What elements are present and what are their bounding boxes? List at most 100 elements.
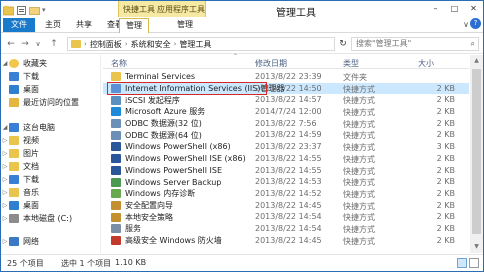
table-row[interactable]: Windows Server Backup 2013/8/22 14:53 快捷方式… bbox=[103, 176, 469, 188]
close-button[interactable]: ✕ bbox=[464, 1, 483, 15]
tab-manage-application[interactable]: 管理 bbox=[171, 18, 199, 32]
search-input[interactable]: 搜索"管理工具" ⌕ bbox=[351, 37, 479, 51]
file-date: 2013/8/22 14:57 bbox=[255, 95, 322, 105]
sidebar-item-this-pc[interactable]: ◢ 这台电脑 bbox=[1, 121, 101, 134]
expand-arrow-icon[interactable]: ▷ bbox=[1, 137, 9, 144]
sidebar-item-local-disk[interactable]: ▷ 本地磁盘 (C:) bbox=[1, 212, 101, 225]
tab-home[interactable]: 主页 bbox=[39, 18, 67, 32]
sidebar-item-favorites[interactable]: ◢ 收藏夹 bbox=[1, 57, 101, 70]
tab-share[interactable]: 共享 bbox=[70, 18, 98, 32]
sidebar-item-network[interactable]: ▷ 网络 bbox=[1, 235, 101, 248]
help-icon[interactable]: ? bbox=[470, 18, 481, 29]
expand-arrow-icon[interactable]: ▷ bbox=[1, 163, 9, 170]
search-icon[interactable]: ⌕ bbox=[471, 38, 475, 50]
file-name: 高级安全 Windows 防火墙 bbox=[125, 235, 222, 245]
expand-arrow-icon[interactable]: ▷ bbox=[1, 150, 9, 157]
sidebar-item-label: 下载 bbox=[23, 175, 39, 184]
expand-arrow-icon[interactable]: ▷ bbox=[1, 238, 9, 245]
breadcrumb-system-security[interactable]: 系统和安全 bbox=[131, 39, 171, 50]
file-name: iSCSI 发起程序 bbox=[125, 95, 180, 105]
sidebar-item-desktop[interactable]: 桌面 bbox=[1, 83, 101, 96]
table-row[interactable]: Internet Information Services (IIS)管理器 20… bbox=[103, 82, 469, 95]
column-header-size[interactable]: 大小 bbox=[418, 58, 434, 69]
explorer-app-icon bbox=[3, 5, 14, 15]
file-type: 快捷方式 bbox=[343, 166, 375, 176]
table-row[interactable]: Windows 内存诊断 2013/8/22 14:52 快捷方式 2 KB bbox=[103, 188, 469, 200]
forward-button[interactable]: → bbox=[19, 38, 31, 50]
file-size: 2 KB bbox=[436, 200, 455, 210]
file-size: 2 KB bbox=[436, 188, 455, 198]
desktop-icon bbox=[9, 85, 19, 94]
file-name-cell: 高级安全 Windows 防火墙 bbox=[111, 235, 222, 247]
table-row[interactable]: iSCSI 发起程序 2013/8/22 14:57 快捷方式 2 KB bbox=[103, 94, 469, 106]
properties-icon[interactable] bbox=[16, 5, 27, 16]
table-row[interactable]: ODBC 数据源(64 位) 2013/8/22 14:59 快捷方式 2 KB bbox=[103, 129, 469, 141]
file-size: 2 KB bbox=[436, 153, 455, 163]
minimize-button[interactable]: – bbox=[426, 1, 445, 15]
up-button[interactable]: ↑ bbox=[48, 38, 60, 50]
details-view-icon[interactable] bbox=[457, 258, 467, 268]
file-name-cell: ODBC 数据源(64 位) bbox=[111, 129, 202, 141]
shortcut-tools-label: 快捷工具 bbox=[123, 5, 155, 14]
file-type: 快捷方式 bbox=[343, 131, 375, 141]
sidebar-item-label: 本地磁盘 (C:) bbox=[23, 214, 73, 223]
sidebar-item-desktop-pc[interactable]: ▷ 桌面 bbox=[1, 199, 101, 212]
computer-icon bbox=[9, 123, 19, 132]
table-row[interactable]: Microsoft Azure 服务 2014/7/24 12:00 快捷方式 2 K… bbox=[103, 106, 469, 118]
sidebar-item-label: 文档 bbox=[23, 162, 39, 171]
sidebar-item-documents[interactable]: ▷ 文档 bbox=[1, 160, 101, 173]
column-header-name[interactable]: 名称 bbox=[111, 58, 127, 69]
maximize-button[interactable]: □ bbox=[445, 1, 464, 15]
table-row[interactable]: ODBC 数据源(32 位) 2013/8/22 7:56 快捷方式 2 KB bbox=[103, 118, 469, 130]
expand-arrow-icon[interactable]: ▷ bbox=[1, 176, 9, 183]
back-button[interactable]: ← bbox=[5, 38, 17, 50]
expand-arrow-icon[interactable]: ▷ bbox=[1, 202, 9, 209]
file-date: 2014/7/24 12:00 bbox=[255, 107, 322, 117]
sidebar-item-label: 音乐 bbox=[23, 188, 39, 197]
scroll-down-icon[interactable]: ▼ bbox=[470, 241, 483, 253]
collapse-arrow-icon[interactable]: ◢ bbox=[1, 60, 9, 67]
tab-file[interactable]: 文件 bbox=[3, 18, 35, 32]
file-date: 2013/8/22 23:39 bbox=[255, 72, 322, 81]
table-row[interactable]: 高级安全 Windows 防火墙 2013/8/22 14:45 快捷方式 2 KB bbox=[103, 235, 469, 247]
file-size: 2 KB bbox=[436, 118, 455, 128]
column-headers: ⌃ 名称 修改日期 类型 大小 bbox=[103, 53, 469, 69]
collapse-arrow-icon[interactable]: ◢ bbox=[1, 124, 9, 131]
breadcrumb-admin-tools[interactable]: 管理工具 bbox=[179, 39, 211, 50]
table-row[interactable]: Windows PowerShell ISE (x86) 2013/8/22 14… bbox=[103, 153, 469, 165]
drive-icon bbox=[9, 214, 19, 223]
table-row[interactable]: 服务 2013/8/22 14:54 快捷方式 2 KB bbox=[103, 223, 469, 235]
address-bar[interactable]: › 控制面板 › 系统和安全 › 管理工具 ∨ bbox=[67, 37, 393, 51]
expand-ribbon-icon[interactable]: ∨ bbox=[463, 20, 469, 29]
column-header-date[interactable]: 修改日期 bbox=[255, 58, 287, 69]
sidebar-item-downloads[interactable]: 下载 bbox=[1, 70, 101, 83]
sidebar-item-videos[interactable]: ▷ 视频 bbox=[1, 134, 101, 147]
refresh-button[interactable]: ↻ bbox=[337, 37, 349, 51]
large-icons-view-icon[interactable] bbox=[469, 258, 479, 268]
sidebar-item-music[interactable]: ▷ 音乐 bbox=[1, 186, 101, 199]
expand-arrow-icon[interactable]: ▷ bbox=[1, 215, 9, 222]
column-header-type[interactable]: 类型 bbox=[343, 58, 359, 69]
table-row[interactable]: 安全配置向导 2013/8/22 14:45 快捷方式 2 KB bbox=[103, 200, 469, 212]
scrollbar-thumb[interactable] bbox=[472, 69, 481, 234]
new-folder-icon[interactable] bbox=[29, 5, 40, 16]
table-row[interactable]: Windows PowerShell (x86) 2013/8/22 23:37 快… bbox=[103, 141, 469, 153]
tab-manage-shortcut[interactable]: 管理 bbox=[119, 18, 149, 33]
qat-dropdown-icon[interactable]: ▾ bbox=[42, 6, 46, 14]
scroll-up-icon[interactable]: ▲ bbox=[470, 55, 483, 67]
file-name-cell: Windows PowerShell (x86) bbox=[111, 141, 231, 153]
table-row[interactable]: Windows PowerShell ISE 2013/8/22 14:55 快捷方… bbox=[103, 165, 469, 177]
file-date: 2013/8/22 14:45 bbox=[255, 200, 322, 210]
recent-locations-button[interactable]: ∨ bbox=[32, 38, 44, 50]
file-name-cell: 本地安全策略 bbox=[111, 211, 173, 223]
file-name-cell: ODBC 数据源(32 位) bbox=[111, 118, 202, 130]
sidebar-item-pictures[interactable]: ▷ 图片 bbox=[1, 147, 101, 160]
expand-arrow-icon[interactable]: ▷ bbox=[1, 189, 9, 196]
sidebar-item-recent[interactable]: 最近访问的位置 bbox=[1, 96, 101, 109]
sidebar-item-label: 桌面 bbox=[23, 85, 39, 94]
vertical-scrollbar[interactable]: ▲ ▼ bbox=[470, 55, 483, 253]
table-row[interactable]: Terminal Services 2013/8/22 23:39 文件夹 bbox=[103, 71, 469, 83]
sidebar-item-downloads-pc[interactable]: ▷ 下载 bbox=[1, 173, 101, 186]
breadcrumb-control-panel[interactable]: 控制面板 bbox=[90, 39, 122, 50]
table-row[interactable]: 本地安全策略 2013/8/22 14:54 快捷方式 2 KB bbox=[103, 211, 469, 223]
